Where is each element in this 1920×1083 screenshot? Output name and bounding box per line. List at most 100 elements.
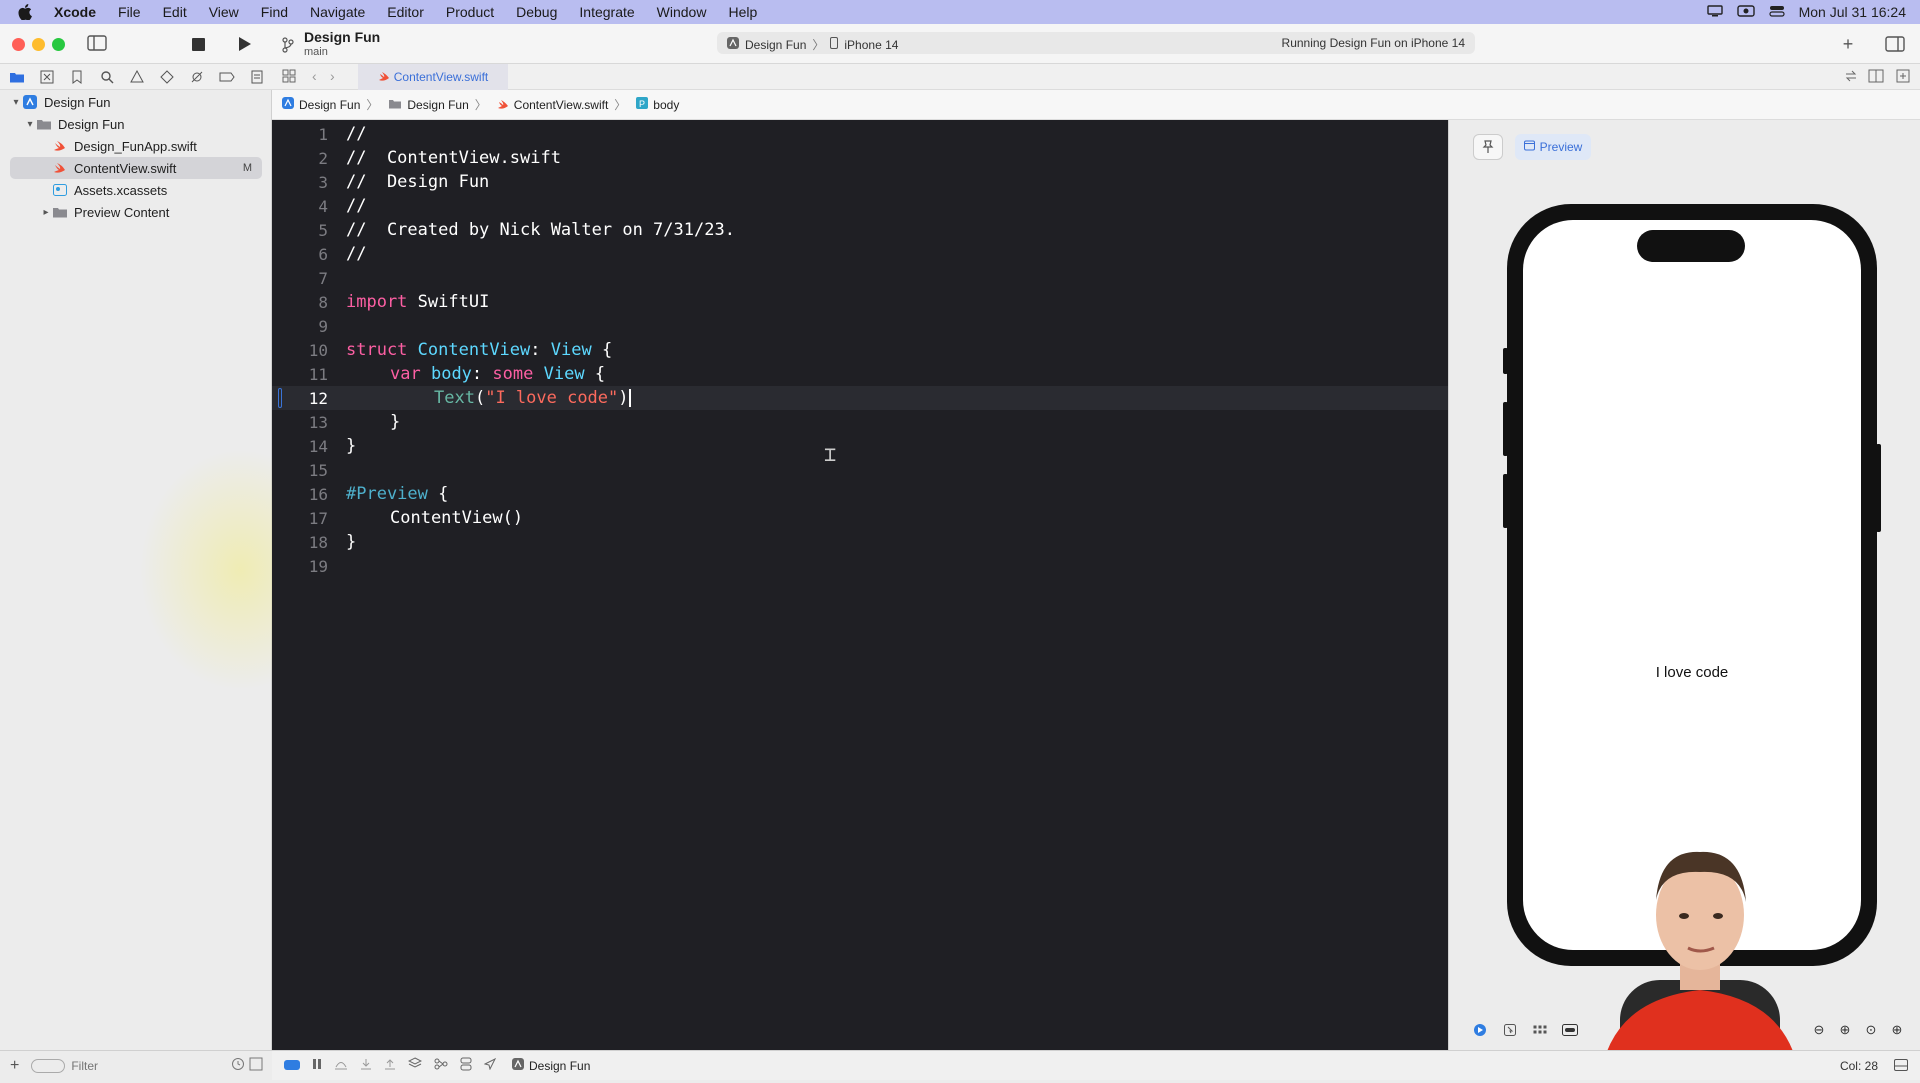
editor-options-icon[interactable] bbox=[1868, 69, 1884, 86]
chevron-down-icon[interactable]: ▾ bbox=[24, 119, 36, 130]
project-title[interactable]: Design Fun bbox=[304, 29, 380, 45]
menu-window[interactable]: Window bbox=[657, 4, 707, 20]
run-icon[interactable] bbox=[236, 35, 254, 53]
scheme-selector[interactable]: Design Fun 〉 iPhone 14 bbox=[727, 36, 898, 53]
environment-overrides-icon[interactable] bbox=[460, 1057, 472, 1074]
refresh-icon[interactable] bbox=[1844, 69, 1858, 86]
zoom-100-icon[interactable]: ⊙ bbox=[1862, 1020, 1880, 1040]
control-center-icon[interactable] bbox=[1768, 4, 1785, 20]
live-mode-icon[interactable] bbox=[1469, 1020, 1491, 1040]
minimize-window-button[interactable] bbox=[32, 38, 45, 51]
breakpoint-icon[interactable] bbox=[218, 68, 236, 86]
zoom-max-icon[interactable]: ⊕ bbox=[1888, 1020, 1906, 1040]
bookmark-icon[interactable] bbox=[68, 68, 86, 86]
recent-files-icon[interactable] bbox=[231, 1057, 245, 1074]
zoom-in-icon[interactable]: ⊕ bbox=[1836, 1020, 1854, 1040]
source-control-icon[interactable] bbox=[38, 68, 56, 86]
pause-icon[interactable] bbox=[312, 1058, 322, 1073]
pin-icon[interactable] bbox=[1473, 134, 1503, 160]
step-out-icon[interactable] bbox=[384, 1058, 396, 1073]
tree-item-group[interactable]: ▾ Design Fun bbox=[0, 113, 272, 135]
inspector-toggle-icon[interactable] bbox=[1884, 35, 1906, 53]
tree-item-preview-content[interactable]: ▸ Preview Content bbox=[0, 201, 272, 223]
menu-debug[interactable]: Debug bbox=[516, 4, 557, 20]
breadcrumb-file[interactable]: ContentView.swift bbox=[497, 98, 608, 112]
menu-view[interactable]: View bbox=[209, 4, 239, 20]
report-icon[interactable] bbox=[248, 68, 266, 86]
screen-record-icon[interactable] bbox=[1736, 4, 1755, 20]
forward-arrow-icon[interactable]: › bbox=[330, 68, 335, 84]
add-icon[interactable]: + bbox=[1838, 34, 1858, 54]
add-file-icon[interactable]: + bbox=[10, 1057, 19, 1075]
filter-options-icon[interactable] bbox=[31, 1058, 66, 1073]
menu-navigate[interactable]: Navigate bbox=[310, 4, 365, 20]
menu-integrate[interactable]: Integrate bbox=[579, 4, 634, 20]
folder-icon[interactable] bbox=[8, 68, 26, 86]
console-toggle-icon[interactable] bbox=[1894, 1059, 1908, 1074]
breadcrumb-group[interactable]: Design Fun bbox=[388, 98, 469, 112]
apple-menu-icon[interactable] bbox=[18, 4, 34, 20]
menu-find[interactable]: Find bbox=[261, 4, 288, 20]
stop-icon[interactable] bbox=[190, 36, 206, 52]
tree-item-app-file[interactable]: Design_FunApp.swift bbox=[0, 135, 272, 157]
sidebar-toggle-icon[interactable] bbox=[86, 34, 108, 52]
code-line[interactable]: 8 import SwiftUI bbox=[272, 290, 1448, 314]
chevron-down-icon[interactable]: ▾ bbox=[10, 97, 22, 108]
tree-item-project[interactable]: ▾ Design Fun bbox=[0, 91, 272, 113]
menu-edit[interactable]: Edit bbox=[163, 4, 187, 20]
device-settings-icon[interactable] bbox=[1559, 1020, 1581, 1040]
code-line[interactable]: 5 // Created by Nick Walter on 7/31/23. bbox=[272, 218, 1448, 242]
code-line[interactable]: 2 // ContentView.swift bbox=[272, 146, 1448, 170]
code-line[interactable]: 15 bbox=[272, 458, 1448, 482]
code-line[interactable]: 1 // bbox=[272, 122, 1448, 146]
source-control-filter-icon[interactable] bbox=[249, 1057, 263, 1074]
add-editor-icon[interactable] bbox=[1896, 69, 1910, 86]
step-into-icon[interactable] bbox=[360, 1058, 372, 1073]
code-line[interactable]: 9 bbox=[272, 314, 1448, 338]
code-line[interactable]: 6 // bbox=[272, 242, 1448, 266]
breadcrumb-project[interactable]: Design Fun bbox=[282, 97, 360, 112]
memory-graph-icon[interactable] bbox=[434, 1058, 448, 1073]
code-line[interactable]: 19 bbox=[272, 554, 1448, 578]
grid-icon[interactable] bbox=[282, 69, 296, 86]
branch-name[interactable]: main bbox=[304, 46, 328, 58]
code-line[interactable]: 11 var body: some View { bbox=[272, 362, 1448, 386]
process-target[interactable]: Design Fun bbox=[512, 1058, 590, 1073]
variants-icon[interactable] bbox=[1529, 1020, 1551, 1040]
code-line-current[interactable]: 12 Text("I love code") bbox=[272, 386, 1448, 410]
code-line[interactable]: 13} bbox=[272, 410, 1448, 434]
menu-product[interactable]: Product bbox=[446, 4, 494, 20]
display-icon[interactable] bbox=[1706, 4, 1723, 20]
debug-icon[interactable] bbox=[188, 68, 206, 86]
location-icon[interactable] bbox=[483, 1057, 497, 1073]
source-editor[interactable]: 1 // 2 // ContentView.swift 3 // Design Fun… bbox=[272, 120, 1448, 1050]
menu-help[interactable]: Help bbox=[728, 4, 757, 20]
code-line[interactable]: 14} bbox=[272, 434, 1448, 458]
code-line[interactable]: 18} bbox=[272, 530, 1448, 554]
back-arrow-icon[interactable]: ‹ bbox=[312, 68, 317, 84]
filter-input[interactable] bbox=[71, 1058, 222, 1073]
preview-button[interactable]: Preview bbox=[1515, 134, 1591, 160]
code-line[interactable]: 17 ContentView() bbox=[272, 506, 1448, 530]
warning-icon[interactable] bbox=[128, 68, 146, 86]
search-icon[interactable] bbox=[98, 68, 116, 86]
menubar-clock[interactable]: Mon Jul 31 16:24 bbox=[1799, 4, 1906, 20]
destination-name[interactable]: iPhone 14 bbox=[844, 38, 898, 52]
code-line[interactable]: 10 struct ContentView: View { bbox=[272, 338, 1448, 362]
menu-editor[interactable]: Editor bbox=[387, 4, 424, 20]
step-over-icon[interactable] bbox=[334, 1058, 348, 1073]
breadcrumb-symbol[interactable]: P body bbox=[636, 97, 679, 112]
test-icon[interactable] bbox=[158, 68, 176, 86]
code-line[interactable]: 3 // Design Fun bbox=[272, 170, 1448, 194]
debug-area-toggle-icon[interactable] bbox=[284, 1059, 300, 1073]
selectable-mode-icon[interactable] bbox=[1499, 1020, 1521, 1040]
close-window-button[interactable] bbox=[12, 38, 25, 51]
code-line[interactable]: 16 #Preview { bbox=[272, 482, 1448, 506]
tree-item-contentview[interactable]: ContentView.swift M bbox=[10, 157, 262, 179]
chevron-right-icon[interactable]: ▸ bbox=[40, 207, 52, 218]
code-line[interactable]: 4 // bbox=[272, 194, 1448, 218]
code-line[interactable]: 7 bbox=[272, 266, 1448, 290]
view-hierarchy-icon[interactable] bbox=[407, 1057, 423, 1074]
tree-item-assets[interactable]: Assets.xcassets bbox=[0, 179, 272, 201]
menu-file[interactable]: File bbox=[118, 4, 141, 20]
